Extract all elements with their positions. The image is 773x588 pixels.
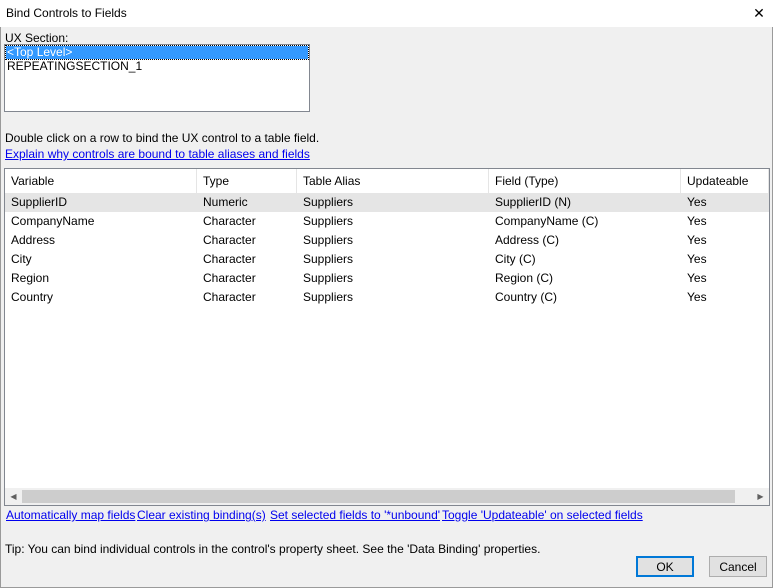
auto-map-fields-link[interactable]: Automatically map fields <box>6 508 135 522</box>
window-title: Bind Controls to Fields <box>6 6 127 20</box>
table-row[interactable]: Region Character Suppliers Region (C) Ye… <box>5 269 769 288</box>
cell-field-type: Address (C) <box>495 233 560 247</box>
column-header-variable[interactable]: Variable <box>5 169 197 193</box>
cell-updateable: Yes <box>687 290 707 304</box>
cell-table-alias: Suppliers <box>303 214 354 228</box>
table-row[interactable]: Country Character Suppliers Country (C) … <box>5 288 769 307</box>
explain-link[interactable]: Explain why controls are bound to table … <box>5 147 310 161</box>
cell-variable: SupplierID <box>11 195 68 209</box>
cell-updateable: Yes <box>687 214 707 228</box>
cell-updateable: Yes <box>687 195 707 209</box>
close-icon[interactable]: ✕ <box>745 0 773 27</box>
cell-field-type: SupplierID (N) <box>495 195 572 209</box>
ux-section-label: UX Section: <box>5 31 69 45</box>
cell-variable: Address <box>11 233 56 247</box>
column-header-field-type[interactable]: Field (Type) <box>489 169 681 193</box>
cell-variable: Country <box>11 290 54 304</box>
cell-variable: City <box>11 252 32 266</box>
scrollbar-thumb[interactable] <box>22 490 735 503</box>
cell-updateable: Yes <box>687 233 707 247</box>
table-row[interactable]: SupplierID Numeric Suppliers SupplierID … <box>5 193 769 212</box>
ux-section-item-repeating-section[interactable]: REPEATINGSECTION_1 <box>6 60 308 73</box>
cell-variable: Region <box>11 271 50 285</box>
cell-table-alias: Suppliers <box>303 195 354 209</box>
cell-table-alias: Suppliers <box>303 252 354 266</box>
cell-type: Character <box>203 252 256 266</box>
cell-type: Character <box>203 290 256 304</box>
scroll-right-icon[interactable]: ▶ <box>752 488 769 505</box>
bindings-table[interactable]: Variable Type Table Alias Field (Type) U… <box>4 168 770 506</box>
instruction-text: Double click on a row to bind the UX con… <box>5 131 320 145</box>
window-frame-left <box>0 27 1 588</box>
action-links-bar: Automatically map fields Clear existing … <box>0 508 773 522</box>
tip-text: Tip: You can bind individual controls in… <box>5 542 541 556</box>
table-row[interactable]: Address Character Suppliers Address (C) … <box>5 231 769 250</box>
title-bar: Bind Controls to Fields ✕ <box>0 0 773 27</box>
cell-table-alias: Suppliers <box>303 233 354 247</box>
cell-type: Character <box>203 271 256 285</box>
cell-field-type: Region (C) <box>495 271 554 285</box>
set-unbound-link[interactable]: Set selected fields to '*unbound' <box>270 508 440 522</box>
cell-updateable: Yes <box>687 252 707 266</box>
cell-table-alias: Suppliers <box>303 290 354 304</box>
cell-updateable: Yes <box>687 271 707 285</box>
ux-section-list[interactable]: <Top Level> REPEATINGSECTION_1 <box>4 44 310 112</box>
column-header-updateable[interactable]: Updateable <box>681 169 769 193</box>
cancel-button[interactable]: Cancel <box>709 556 767 577</box>
ok-button[interactable]: OK <box>636 556 694 577</box>
cell-field-type: Country (C) <box>495 290 558 304</box>
horizontal-scrollbar[interactable]: ◀ ▶ <box>5 488 769 505</box>
cell-type: Numeric <box>203 195 248 209</box>
toggle-updateable-link[interactable]: Toggle 'Updateable' on selected fields <box>442 508 643 522</box>
cell-field-type: City (C) <box>495 252 536 266</box>
cell-type: Character <box>203 233 256 247</box>
table-body: SupplierID Numeric Suppliers SupplierID … <box>5 193 769 307</box>
table-header: Variable Type Table Alias Field (Type) U… <box>5 169 769 193</box>
cell-table-alias: Suppliers <box>303 271 354 285</box>
column-header-type[interactable]: Type <box>197 169 297 193</box>
column-header-table-alias[interactable]: Table Alias <box>297 169 489 193</box>
cell-field-type: CompanyName (C) <box>495 214 599 228</box>
cell-type: Character <box>203 214 256 228</box>
cell-variable: CompanyName <box>11 214 95 228</box>
clear-bindings-link[interactable]: Clear existing binding(s) <box>137 508 266 522</box>
ux-section-item-top-level[interactable]: <Top Level> <box>5 45 309 60</box>
table-row[interactable]: City Character Suppliers City (C) Yes <box>5 250 769 269</box>
scroll-left-icon[interactable]: ◀ <box>5 488 22 505</box>
table-row[interactable]: CompanyName Character Suppliers CompanyN… <box>5 212 769 231</box>
